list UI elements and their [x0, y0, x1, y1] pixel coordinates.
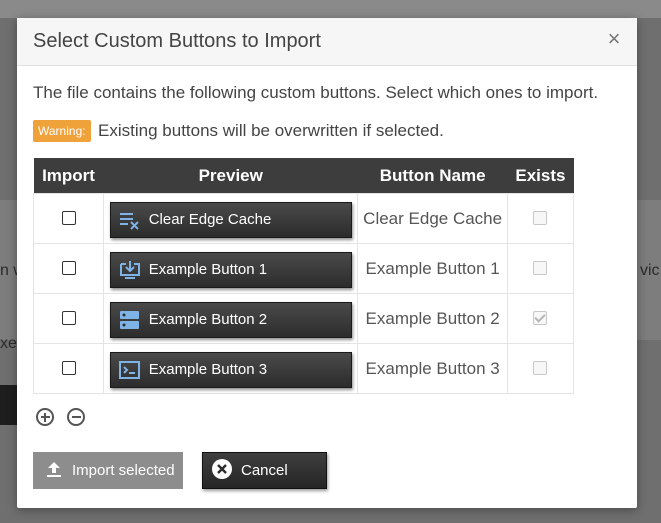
preview-button-label: Example Button 2: [148, 311, 268, 328]
server-icon: [119, 310, 141, 330]
preview-button-label: Clear Edge Cache: [148, 211, 272, 228]
exists-checkbox: [533, 311, 548, 326]
table-row: Example Button 3 Example Button 3: [32, 343, 575, 394]
table-row: Clear Edge Cache Clear Edge Cache: [32, 193, 575, 244]
clear-list-icon: [119, 210, 141, 230]
cancel-button[interactable]: Cancel: [202, 452, 327, 489]
warning-badge: Warning:: [33, 120, 91, 142]
upload-icon: [45, 460, 63, 482]
import-checkbox[interactable]: [61, 261, 76, 276]
exists-checkbox: [533, 261, 548, 276]
dialog-header: Select Custom Buttons to Import ×: [17, 18, 637, 66]
preview-button[interactable]: Example Button 1: [109, 251, 352, 288]
table-row: Example Button 1 Example Button 1: [32, 243, 575, 294]
preview-button[interactable]: Clear Edge Cache: [109, 201, 352, 238]
button-name-cell: Clear Edge Cache: [357, 193, 508, 244]
preview-button[interactable]: Example Button 3: [109, 351, 352, 388]
warning-text: Existing buttons will be overwritten if …: [98, 121, 444, 140]
cancel-circle-icon: [212, 458, 232, 483]
header-button-name: Button Name: [357, 158, 508, 194]
background-strip: [0, 385, 18, 425]
button-name-cell: Example Button 3: [357, 343, 508, 394]
import-checkbox[interactable]: [61, 211, 76, 226]
dialog-title: Select Custom Buttons to Import: [33, 30, 321, 52]
import-selected-label: Import selected: [72, 462, 175, 479]
warning-row: Warning: Existing buttons will be overwr…: [33, 120, 444, 142]
plus-circle-icon[interactable]: [36, 408, 54, 426]
import-checkbox[interactable]: [61, 311, 76, 326]
monitor-download-icon: [119, 260, 141, 280]
header-exists: Exists: [507, 158, 574, 194]
header-import: Import: [33, 158, 104, 194]
button-name-cell: Example Button 1: [357, 243, 508, 294]
background-text-left-2: xe: [0, 335, 17, 352]
background-text-right: vic: [640, 262, 660, 279]
buttons-table: Import Preview Button Name Exists Clear …: [32, 158, 575, 394]
preview-button-label: Example Button 3: [148, 361, 268, 378]
exists-checkbox: [533, 211, 548, 226]
preview-button-label: Example Button 1: [148, 261, 268, 278]
import-selected-button[interactable]: Import selected: [33, 452, 183, 489]
import-checkbox[interactable]: [61, 361, 76, 376]
terminal-icon: [118, 360, 141, 380]
header-preview: Preview: [103, 158, 358, 194]
import-dialog: Select Custom Buttons to Import × The fi…: [17, 18, 637, 508]
table-header-row: Import Preview Button Name Exists: [33, 158, 574, 194]
minus-circle-icon[interactable]: [67, 408, 85, 426]
cancel-label: Cancel: [241, 462, 288, 479]
dialog-intro: The file contains the following custom b…: [33, 83, 599, 102]
preview-button[interactable]: Example Button 2: [109, 301, 352, 338]
close-icon[interactable]: ×: [605, 28, 623, 50]
exists-checkbox: [533, 361, 548, 376]
button-name-cell: Example Button 2: [357, 293, 508, 344]
table-row: Example Button 2 Example Button 2: [32, 293, 575, 344]
background-band: [0, 0, 661, 18]
